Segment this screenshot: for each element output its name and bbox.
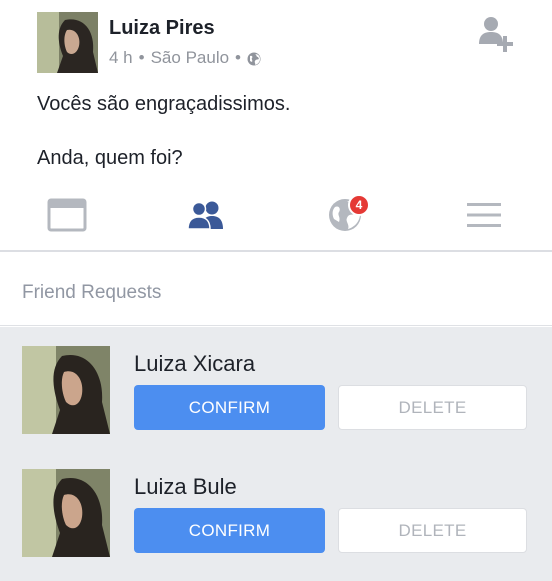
- menu-icon: [466, 201, 502, 234]
- tab-bar: 4: [0, 184, 552, 252]
- author-name[interactable]: Luiza Pires: [109, 17, 215, 40]
- friends-icon: [186, 200, 226, 235]
- post-text-line: Anda, quem foi?: [37, 147, 183, 169]
- requester-name[interactable]: Luiza Bule: [134, 474, 237, 500]
- section-title: Friend Requests: [22, 282, 162, 303]
- tab-menu[interactable]: [439, 184, 529, 250]
- requester-avatar[interactable]: [22, 346, 110, 434]
- post-text-line: Vocês são engraçadissimos.: [37, 93, 291, 115]
- friend-request-item: Luiza Xicara CONFIRM DELETE: [0, 345, 552, 465]
- friend-requests-list: Luiza Xicara CONFIRM DELETE Luiza Bule C…: [0, 327, 552, 581]
- friend-request-item: Luiza Bule CONFIRM DELETE: [0, 468, 552, 581]
- meta-separator: •: [235, 48, 241, 67]
- confirm-button[interactable]: CONFIRM: [134, 508, 325, 553]
- globe-icon: [247, 51, 261, 66]
- notification-badge: 4: [348, 194, 370, 216]
- post-meta: 4 h • São Paulo •: [109, 48, 261, 68]
- author-avatar[interactable]: [37, 12, 98, 73]
- post-time[interactable]: 4 h: [109, 48, 133, 68]
- delete-button[interactable]: DELETE: [338, 508, 527, 553]
- news-feed-icon: [47, 198, 87, 237]
- meta-separator: •: [138, 48, 145, 67]
- add-friend-icon[interactable]: [476, 14, 516, 54]
- post-location[interactable]: São Paulo: [151, 48, 229, 68]
- tab-news-feed[interactable]: [22, 184, 112, 250]
- delete-button[interactable]: DELETE: [338, 385, 527, 430]
- tab-notifications[interactable]: 4: [300, 184, 390, 250]
- post-card: Luiza Pires 4 h • São Paulo • Vocês são …: [0, 0, 552, 184]
- requester-name[interactable]: Luiza Xicara: [134, 351, 255, 377]
- friend-requests-header: Friend Requests: [0, 254, 552, 326]
- tab-friends[interactable]: [161, 184, 251, 250]
- confirm-button[interactable]: CONFIRM: [134, 385, 325, 430]
- requester-avatar[interactable]: [22, 469, 110, 557]
